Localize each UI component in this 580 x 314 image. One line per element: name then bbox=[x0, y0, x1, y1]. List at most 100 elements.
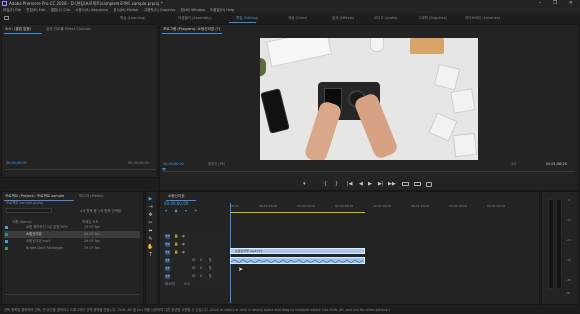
razor-tool-icon[interactable]: ✂ bbox=[147, 220, 154, 227]
menu-window[interactable]: 창(W) Window bbox=[181, 8, 205, 12]
workspace-assembly[interactable]: 어셈블리 (Assembly) bbox=[178, 13, 212, 23]
slip-tool-icon[interactable]: ⬌ bbox=[147, 228, 154, 235]
home-icon[interactable] bbox=[4, 16, 9, 20]
tab-sequence[interactable]: 쇼핑신이었 bbox=[168, 192, 185, 200]
workspace-color[interactable]: 색상 (Color) bbox=[288, 13, 307, 23]
tab-source[interactable]: 소스: (클립 없음) bbox=[5, 25, 31, 33]
timeline-timecode[interactable]: 00;00;00;00 bbox=[164, 201, 188, 206]
mute-icon[interactable]: M bbox=[192, 258, 195, 263]
tab-program[interactable]: 프로그램 (Program): 쇼핑신이었 (?) bbox=[163, 25, 220, 33]
item-name: 쇼핑 좋아하신 1분 분량.MP4 bbox=[26, 225, 68, 229]
playhead-icon[interactable] bbox=[162, 168, 166, 171]
source-scrub-bar[interactable] bbox=[5, 169, 155, 170]
mark-in-icon[interactable]: { bbox=[324, 181, 327, 188]
track-target-a2[interactable]: A2 bbox=[165, 266, 170, 271]
tab-effect-controls[interactable]: 효과 컨트롤 Effect Controls bbox=[46, 25, 91, 33]
thumbnail-size-slider[interactable] bbox=[5, 294, 140, 295]
meter-label: 0 bbox=[568, 198, 570, 202]
solo-icon[interactable]: S bbox=[200, 266, 202, 271]
menu-sequence[interactable]: 시퀀스(S) Sequence bbox=[75, 8, 108, 12]
lift-icon[interactable] bbox=[402, 182, 409, 186]
mute-icon[interactable]: M bbox=[192, 274, 195, 279]
eye-icon[interactable]: ◉ bbox=[182, 250, 185, 255]
list-item[interactable]: Bright Dark Rectangle 29.97 fps bbox=[4, 245, 140, 252]
mic-icon[interactable]: 🎙 bbox=[208, 274, 212, 279]
menu-help[interactable]: 도움말(H) Help bbox=[210, 8, 234, 12]
time-ruler[interactable]: 00;00 00;00;16;00 00;00;32;00 00;00;48;0… bbox=[229, 203, 537, 211]
workspace-libraries[interactable]: 라이브러리 (Libraries) bbox=[465, 13, 500, 23]
play-icon[interactable]: ▶ bbox=[368, 181, 372, 188]
mark-out-icon[interactable]: } bbox=[335, 181, 338, 188]
hand-tool-icon[interactable]: ✋ bbox=[147, 244, 154, 251]
type-tool-icon[interactable]: T bbox=[147, 252, 154, 259]
track-header-a1[interactable]: A1 M S 🎙 bbox=[162, 257, 229, 264]
lock-icon[interactable]: 🔒 bbox=[174, 234, 178, 239]
track-select-tool-icon[interactable]: ⇥ bbox=[147, 204, 154, 211]
track-target-v3[interactable]: V3 bbox=[165, 234, 170, 239]
list-item[interactable]: 쇼핑신이었 29.97 fps bbox=[4, 231, 140, 238]
track-target-a3[interactable]: A3 bbox=[165, 274, 170, 279]
audio-clip[interactable] bbox=[230, 257, 365, 264]
master-volume[interactable]: 0.0 bbox=[184, 282, 190, 287]
step-back-icon[interactable]: ◀ bbox=[359, 181, 363, 188]
mic-icon[interactable]: 🎙 bbox=[208, 266, 212, 271]
ripple-edit-tool-icon[interactable]: ✥ bbox=[147, 212, 154, 219]
title-bar: Adobe Premiere Pro CC 2018 - D:\편집\프로젝트\… bbox=[0, 0, 580, 7]
add-marker-icon[interactable]: ▾ bbox=[303, 181, 306, 188]
step-forward-icon[interactable]: ▶| bbox=[378, 181, 384, 188]
timeline-settings-icon[interactable]: ⌖ ◆ ▾ ✦ bbox=[165, 208, 201, 213]
tab-media[interactable]: 미디어 (Media) bbox=[79, 192, 104, 200]
track-target-a1[interactable]: A1 bbox=[165, 258, 170, 263]
track-header-a2[interactable]: A2 M S 🎙 bbox=[162, 265, 229, 272]
source-timecode[interactable]: 00;00;00;00 bbox=[6, 161, 27, 166]
lock-icon[interactable]: 🔒 bbox=[174, 242, 178, 247]
list-item[interactable]: 쇼핑 좋아하신 1분 분량.MP4 29.97 fps bbox=[4, 224, 140, 231]
workspace-graphics[interactable]: 그래픽 (Graphics) bbox=[418, 13, 447, 23]
extract-icon[interactable] bbox=[414, 182, 421, 186]
list-item[interactable]: 쇼핑신이었.mp4 29.97 fps bbox=[4, 238, 140, 245]
track-header-a3[interactable]: A3 M S 🎙 bbox=[162, 273, 229, 280]
export-frame-icon[interactable] bbox=[426, 182, 432, 187]
lock-icon[interactable]: 🔒 bbox=[174, 250, 178, 255]
menu-clip[interactable]: 클립(C) Clip bbox=[51, 8, 70, 12]
fit-dropdown[interactable]: 맞추기 (Fit) bbox=[208, 162, 225, 167]
photo-print-1 bbox=[433, 63, 461, 91]
program-duration: 00;01;08;28 bbox=[546, 162, 567, 166]
workspace-learning[interactable]: 학습 (Learning) bbox=[120, 13, 145, 23]
item-fps: 29.97 fps bbox=[84, 246, 100, 250]
photo-print-2 bbox=[450, 88, 476, 114]
workspace-audio[interactable]: 오디오 (Audio) bbox=[374, 13, 397, 23]
go-to-in-icon[interactable]: |◀ bbox=[347, 181, 353, 188]
track-header-v1[interactable]: V1 🔒 ◉ bbox=[162, 249, 229, 256]
project-search-input[interactable] bbox=[6, 208, 52, 213]
pen-tool-icon[interactable]: ✎ bbox=[147, 236, 154, 243]
mute-icon[interactable]: M bbox=[192, 266, 195, 271]
workspace-effects[interactable]: 효과 (Effects) bbox=[332, 13, 354, 23]
video-clip[interactable]: 쇼핑신이었.mp4 [V] bbox=[230, 248, 365, 254]
selection-tool-icon[interactable]: ▶ bbox=[147, 196, 154, 203]
menu-graphics[interactable]: 그래픽(G) Graphics bbox=[144, 8, 176, 12]
eye-icon[interactable]: ◉ bbox=[182, 242, 185, 247]
solo-icon[interactable]: S bbox=[200, 274, 202, 279]
track-target-v1[interactable]: V1 bbox=[165, 250, 170, 255]
mic-icon[interactable]: 🎙 bbox=[208, 258, 212, 263]
menu-edit[interactable]: 편집(E) Edit bbox=[26, 8, 45, 12]
program-scrub-bar[interactable] bbox=[163, 171, 575, 172]
track-header-v2[interactable]: V2 🔒 ◉ bbox=[162, 241, 229, 248]
window-controls[interactable]: – ❐ ✕ bbox=[539, 0, 578, 7]
resolution-dropdown[interactable]: 1/2 bbox=[511, 162, 516, 167]
menu-file[interactable]: 파일(F) File bbox=[3, 8, 21, 12]
track-target-v2[interactable]: V2 bbox=[165, 242, 170, 247]
eye-icon[interactable]: ◉ bbox=[182, 234, 185, 239]
menu-marker[interactable]: 표식(M) Marker bbox=[113, 8, 138, 12]
track-header-v3[interactable]: V3 🔒 ◉ bbox=[162, 233, 229, 240]
program-timecode[interactable]: 00;00;00;00 bbox=[163, 162, 184, 167]
tab-project[interactable]: 프로젝트 (Project): 프로젝트 sample bbox=[5, 192, 64, 200]
go-to-out-icon[interactable]: ▶▶ bbox=[388, 181, 396, 188]
work-area-bar[interactable] bbox=[230, 212, 365, 213]
solo-icon[interactable]: S bbox=[200, 258, 202, 263]
track-header-master[interactable]: 마스터 0.0 bbox=[162, 281, 229, 288]
wood-object-image bbox=[410, 38, 444, 54]
mouse-cursor-icon: ➤ bbox=[238, 266, 244, 273]
ruler-tick: 00;01;52;00 bbox=[487, 204, 506, 208]
